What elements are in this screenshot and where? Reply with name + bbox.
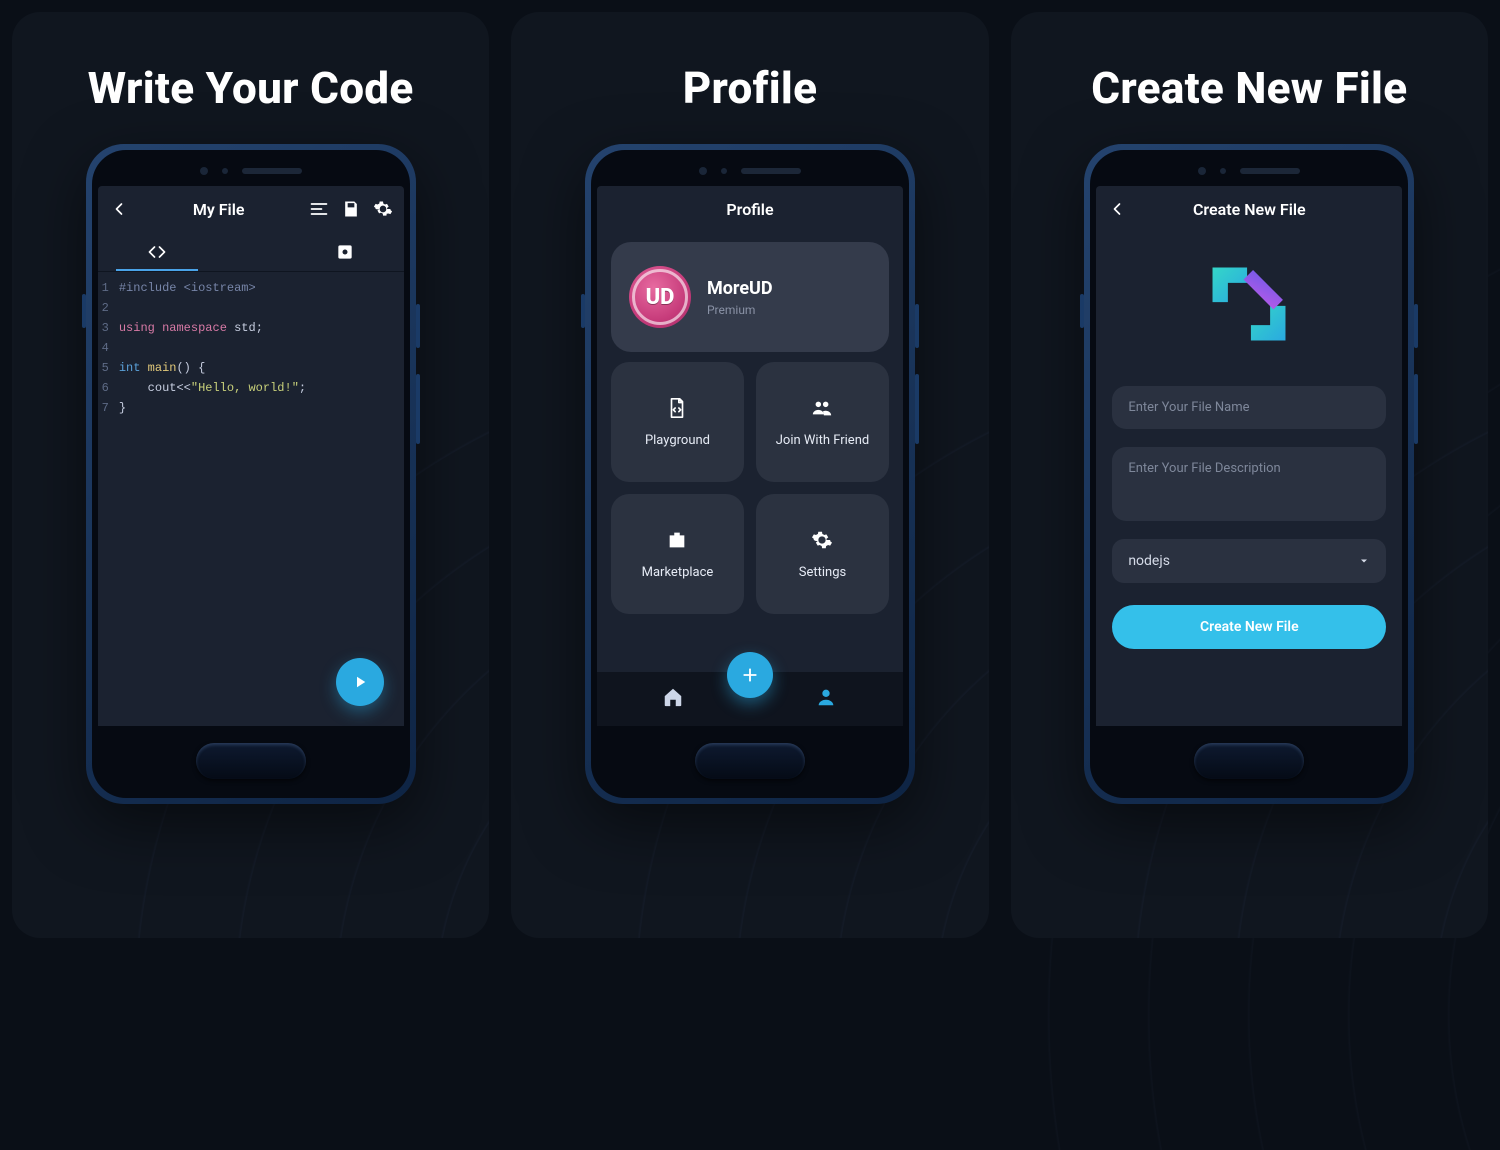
line-gutter: 1 2 3 4 5 6 7 [102,278,119,418]
screen-editor: My File [98,186,404,726]
app-logo [1201,256,1297,352]
plus-icon [739,664,761,686]
nav-home[interactable] [662,686,684,712]
tile-join-label: Join With Friend [776,433,869,448]
code-editor[interactable]: 1 2 3 4 5 6 7 #include <iostream> using … [98,272,404,418]
headline-2: Profile [683,62,818,114]
code-icon [146,241,168,263]
tile-market-label: Marketplace [642,565,714,580]
format-icon[interactable] [308,198,330,220]
profile-title: Profile [726,200,773,219]
logo-icon [1201,256,1297,352]
tile-join-friend[interactable]: Join With Friend [756,362,889,482]
nav-add-button[interactable] [727,652,773,698]
headline-3: Create New File [1091,62,1407,114]
tile-playground-label: Playground [645,433,710,448]
tab-code[interactable] [116,232,198,271]
description-input[interactable]: Enter Your File Description [1112,447,1386,521]
editor-title: My File [140,200,298,219]
home-button-hw[interactable] [695,743,805,779]
tile-marketplace[interactable]: Marketplace [611,494,744,614]
panel-create-file: Create New File Create New File [1011,12,1488,938]
create-title: Create New File [1138,200,1360,219]
save-icon[interactable] [340,198,362,220]
tile-settings-label: Settings [799,565,846,580]
home-button-hw[interactable] [1194,743,1304,779]
people-icon [811,397,833,419]
screen-create-file: Create New File [1096,186,1402,726]
create-file-button[interactable]: Create New File [1112,605,1386,649]
panel-write-code: Write Your Code My File [12,12,489,938]
language-value: nodejs [1128,553,1170,569]
briefcase-icon [666,529,688,551]
settings-icon[interactable] [372,198,394,220]
gear-icon [811,529,833,551]
file-code-icon [666,397,688,419]
tile-settings[interactable]: Settings [756,494,889,614]
profile-card[interactable]: UD MoreUD Premium [611,242,889,352]
screen-profile: Profile UD MoreUD Premium Playground [597,186,903,726]
headline-1: Write Your Code [88,62,414,114]
home-icon [662,686,684,708]
back-icon[interactable] [108,198,130,220]
language-select[interactable]: nodejs [1112,539,1386,583]
nav-profile[interactable] [815,686,837,712]
tab-preview[interactable] [304,232,386,271]
run-button[interactable] [336,658,384,706]
code-body: #include <iostream> using namespace std;… [119,278,306,418]
profile-name: MoreUD [707,278,773,299]
profile-subtitle: Premium [707,303,773,317]
play-icon [351,673,369,691]
filename-input[interactable]: Enter Your File Name [1112,386,1386,429]
phone-frame-3: Create New File [1084,144,1414,804]
phone-frame-1: My File [86,144,416,804]
panel-profile: Profile Profile UD MoreUD Premium [511,12,988,938]
phone-frame-2: Profile UD MoreUD Premium Playground [585,144,915,804]
home-button-hw[interactable] [196,743,306,779]
bottom-nav [597,672,903,726]
person-icon [815,686,837,708]
back-icon[interactable] [1106,198,1128,220]
preview-icon [334,241,356,263]
avatar: UD [629,266,691,328]
chevron-down-icon [1358,555,1370,567]
tile-playground[interactable]: Playground [611,362,744,482]
